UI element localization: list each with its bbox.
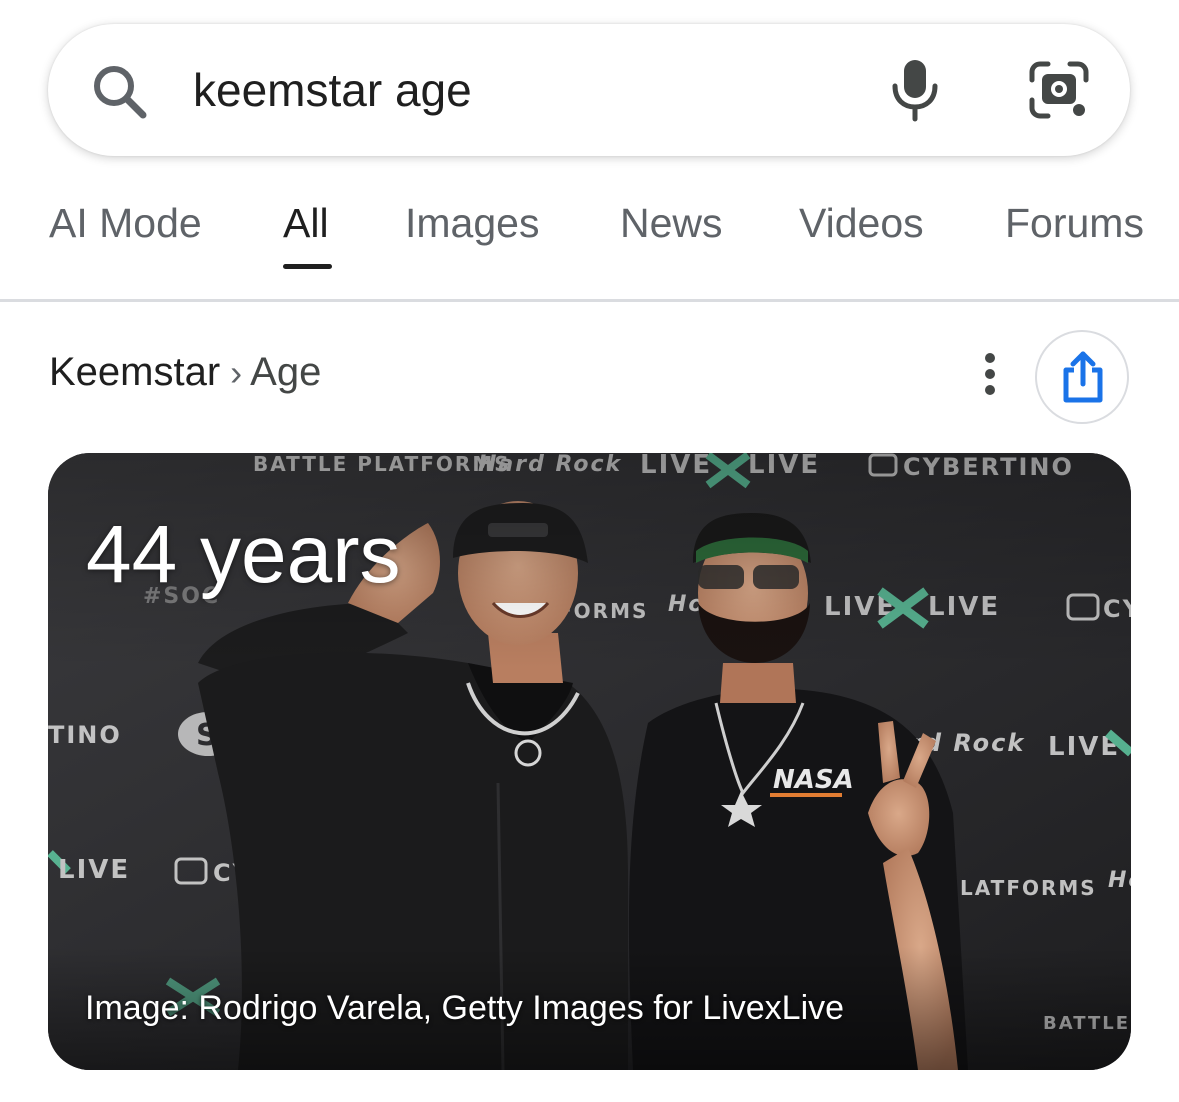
share-icon	[1063, 351, 1103, 403]
search-input[interactable]	[193, 58, 833, 122]
search-results-page: AI Mode All Images News Videos Forums Ke…	[0, 0, 1179, 1102]
search-tabs: AI Mode All Images News Videos Forums	[0, 190, 1179, 302]
tab-images[interactable]: Images	[405, 200, 539, 247]
search-icon[interactable]	[90, 62, 150, 122]
camera-lens-icon[interactable]	[1028, 60, 1090, 120]
breadcrumb-separator: ›	[230, 352, 243, 393]
age-answer-card[interactable]: BATTLE PLATFORMS Hard Rock LIVE LIVE CYB…	[48, 453, 1131, 1070]
tab-news[interactable]: News	[620, 200, 723, 247]
tabs-divider	[0, 299, 1179, 302]
age-answer: 44 years	[86, 509, 401, 600]
tab-forums[interactable]: Forums	[1005, 200, 1144, 247]
tab-ai-mode[interactable]: AI Mode	[49, 200, 202, 247]
breadcrumb-entity[interactable]: Keemstar	[49, 350, 220, 394]
active-tab-indicator	[283, 264, 332, 269]
more-vertical-icon[interactable]	[976, 352, 1004, 396]
image-credit: Image: Rodrigo Varela, Getty Images for …	[85, 989, 845, 1027]
share-button[interactable]	[1035, 330, 1129, 424]
tab-all[interactable]: All	[283, 200, 329, 247]
tab-videos[interactable]: Videos	[799, 200, 924, 247]
breadcrumb-attribute: Age	[250, 350, 322, 394]
breadcrumb: Keemstar › Age	[49, 350, 321, 395]
microphone-icon[interactable]	[887, 58, 943, 122]
